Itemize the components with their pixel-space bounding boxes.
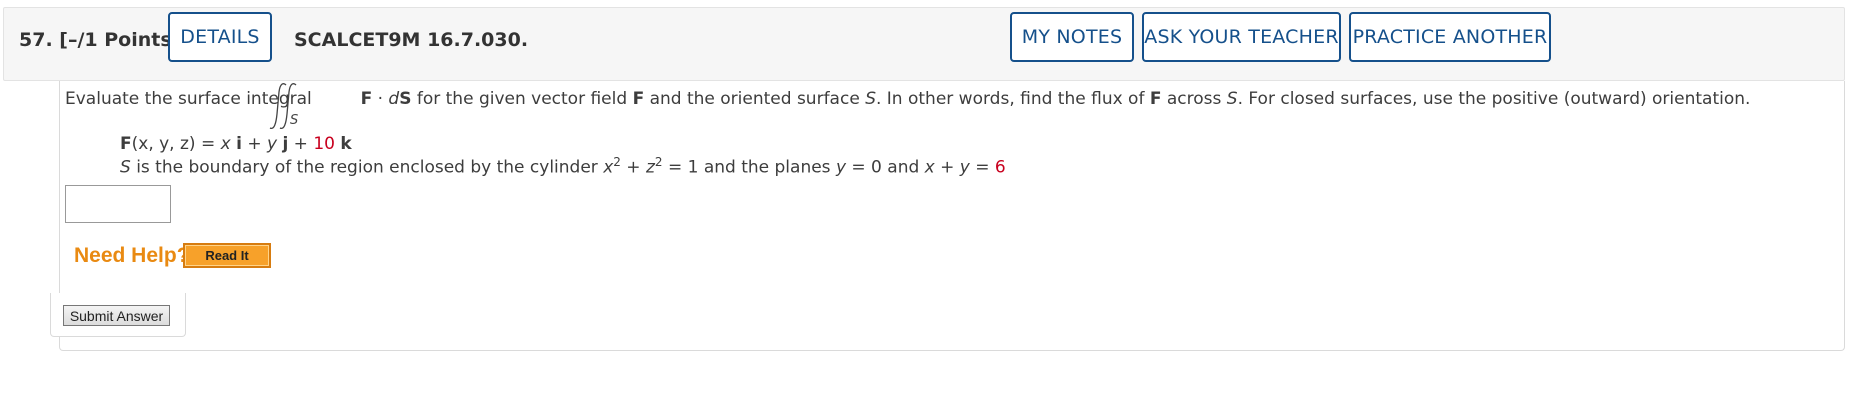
integrand-d: d <box>388 89 400 109</box>
surface-S: S <box>120 157 131 178</box>
surface-z-exp: 2 <box>654 155 663 169</box>
italic-S-1: S <box>865 89 876 109</box>
prompt-text-2: and the oriented surface <box>644 89 866 109</box>
field-F: F <box>120 134 132 154</box>
question-prompt: Evaluate the surface integral F · dS for… <box>65 89 1750 109</box>
italic-S-2: S <box>1226 89 1238 109</box>
my-notes-button[interactable]: MY NOTES <box>1010 12 1134 62</box>
field-args: (x, y, z) <box>131 134 196 154</box>
question-header <box>3 7 1845 81</box>
surface-text-3: = 0 and <box>846 157 925 178</box>
bold-F-2: F <box>1149 89 1162 109</box>
field-x: x <box>220 134 231 154</box>
prompt-text-3: . In other words, find the flux of <box>875 89 1150 109</box>
bold-F-1: F <box>632 89 645 109</box>
surface-z: z <box>645 157 655 178</box>
surface-y-1: y <box>835 157 846 178</box>
question-body <box>59 81 1845 351</box>
surface-text-1: is the boundary of the region enclosed b… <box>130 157 604 178</box>
vector-field-line: F(x, y, z) = x i + y j + 10 k <box>120 134 352 154</box>
answer-input[interactable] <box>65 185 171 223</box>
field-k: k <box>340 134 352 154</box>
surface-x: x <box>603 157 614 178</box>
field-eq: = <box>195 134 221 154</box>
question-number: 57. <box>19 29 53 51</box>
read-it-button[interactable]: Read It <box>183 243 271 268</box>
need-help-label: Need Help? <box>74 244 190 267</box>
ask-your-teacher-button[interactable]: ASK YOUR TEACHER <box>1142 12 1341 62</box>
surface-plus-2: + <box>934 157 960 178</box>
field-plus-1: + <box>241 134 267 154</box>
surface-x-exp: 2 <box>613 155 621 169</box>
prompt-text-1: for the given vector field <box>411 89 633 109</box>
prompt-text-4: across <box>1161 89 1227 109</box>
integrand-F: F <box>360 89 373 109</box>
surface-line: S is the boundary of the region enclosed… <box>120 155 1006 178</box>
field-constant: 10 <box>313 134 335 154</box>
prompt-text-5: . For closed surfaces, use the positive … <box>1237 89 1751 109</box>
surface-eq: = <box>969 157 995 178</box>
question-number-points: 57. [–/1 Points] <box>19 29 180 51</box>
surface-text-2: = 1 and the planes <box>662 157 836 178</box>
integrand-S: S <box>399 89 412 109</box>
surface-constant: 6 <box>994 157 1006 178</box>
integral-subscript: S <box>290 113 298 128</box>
field-y: y <box>266 134 278 154</box>
surface-y-2: y <box>959 157 970 178</box>
question-code: SCALCET9M 16.7.030. <box>294 29 529 51</box>
submit-answer-button[interactable]: Submit Answer <box>63 305 170 326</box>
surface-plus: + <box>620 157 646 178</box>
points-label: [–/1 Points] <box>59 29 181 51</box>
surface-x-2: x <box>924 157 935 178</box>
double-integral-icon: S <box>269 83 298 130</box>
integrand-dot: · <box>372 89 389 109</box>
field-plus-2: + <box>288 134 314 154</box>
details-button[interactable]: DETAILS <box>168 12 272 62</box>
practice-another-button[interactable]: PRACTICE ANOTHER <box>1349 12 1551 62</box>
